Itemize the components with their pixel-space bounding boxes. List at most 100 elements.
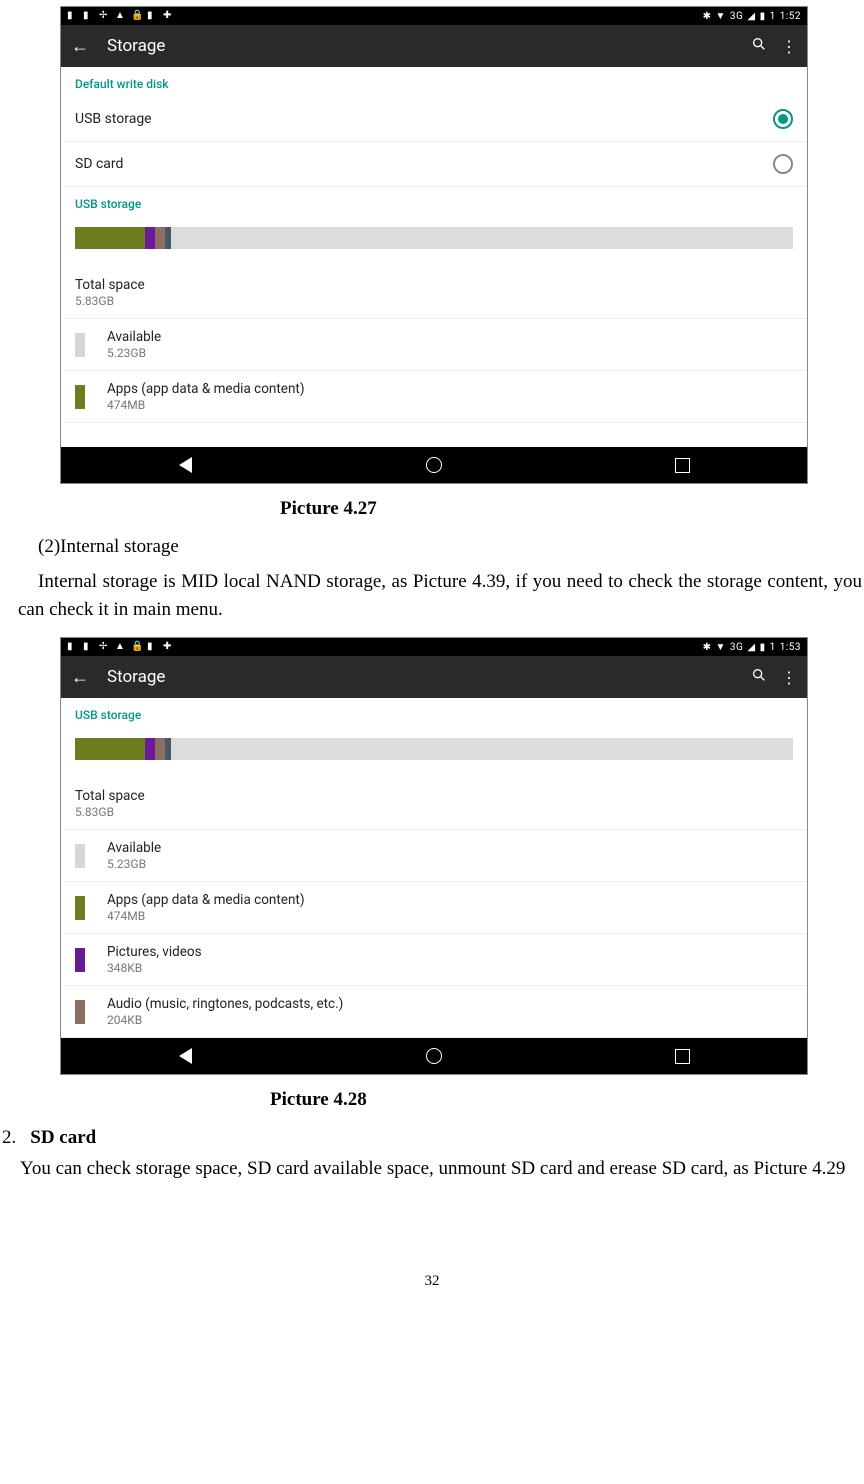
android-nav-bar bbox=[61, 1038, 807, 1074]
notif-icon: ▮ bbox=[83, 10, 95, 22]
notif-icon: ▲ bbox=[115, 10, 127, 22]
legend-chip-apps bbox=[75, 385, 85, 409]
figure-caption-1: Picture 4.27 bbox=[280, 498, 864, 520]
legend-chip-available bbox=[75, 333, 85, 357]
notif-icon: ▮ bbox=[147, 10, 159, 22]
nav-back-button[interactable] bbox=[175, 1046, 195, 1066]
bar-segment-apps bbox=[75, 738, 145, 760]
section-default-disk: Default write disk bbox=[61, 67, 807, 97]
available-label: Available bbox=[107, 840, 161, 856]
pictures-row[interactable]: Pictures, videos 348KB bbox=[61, 934, 807, 986]
body-paragraph: You can check storage space, SD card ava… bbox=[0, 1155, 864, 1183]
option-label: USB storage bbox=[75, 111, 773, 127]
notif-icon: ▲ bbox=[115, 641, 127, 653]
notif-icon: ✚ bbox=[163, 641, 175, 653]
available-value: 5.23GB bbox=[107, 346, 161, 360]
search-icon[interactable] bbox=[751, 36, 767, 56]
apps-label: Apps (app data & media content) bbox=[107, 381, 305, 397]
audio-value: 204KB bbox=[107, 1013, 343, 1027]
battery-label: 1 bbox=[770, 642, 776, 653]
bar-segment-audio bbox=[155, 227, 165, 249]
back-button[interactable]: ← bbox=[71, 667, 89, 688]
blank-space bbox=[61, 423, 807, 447]
list-head-text: SD card bbox=[30, 1127, 96, 1148]
available-label: Available bbox=[107, 329, 161, 345]
notif-icon: 🔒 bbox=[131, 10, 143, 22]
available-row[interactable]: Available 5.23GB bbox=[61, 830, 807, 882]
nav-home-button[interactable] bbox=[424, 455, 444, 475]
audio-label: Audio (music, ringtones, podcasts, etc.) bbox=[107, 996, 343, 1012]
list-number: 2. bbox=[2, 1127, 16, 1148]
screenshot-storage-1: ▮ ▮ ✢ ▲ 🔒 ▮ ✚ ✱ ▼ 3G ◢ ▮ 1 1:52 ← Storag… bbox=[60, 6, 808, 484]
bar-segment-pics bbox=[145, 227, 155, 249]
notif-icon: ✢ bbox=[99, 10, 111, 22]
radio-selected-icon[interactable] bbox=[773, 109, 793, 129]
nav-back-button[interactable] bbox=[175, 455, 195, 475]
bluetooth-icon: ✱ bbox=[703, 11, 712, 22]
apps-value: 474MB bbox=[107, 909, 305, 923]
bluetooth-icon: ✱ bbox=[703, 642, 712, 653]
toolbar-title: Storage bbox=[107, 667, 737, 687]
pictures-label: Pictures, videos bbox=[107, 944, 202, 960]
notif-icon: ✢ bbox=[99, 641, 111, 653]
available-value: 5.23GB bbox=[107, 857, 161, 871]
bar-segment-pics bbox=[145, 738, 155, 760]
total-space-row[interactable]: Total space 5.83GB bbox=[61, 269, 807, 319]
notif-icon: ▮ bbox=[83, 641, 95, 653]
signal-bars-icon: ◢ bbox=[747, 642, 755, 653]
android-status-bar: ▮ ▮ ✢ ▲ 🔒 ▮ ✚ ✱ ▼ 3G ◢ ▮ 1 1:52 bbox=[61, 7, 807, 25]
screenshot-storage-2: ▮ ▮ ✢ ▲ 🔒 ▮ ✚ ✱ ▼ 3G ◢ ▮ 1 1:53 ← Storag… bbox=[60, 637, 808, 1075]
clock-label: 1:52 bbox=[780, 11, 801, 22]
bar-segment-other bbox=[165, 227, 171, 249]
legend-chip-audio bbox=[75, 1000, 85, 1024]
bar-segment-audio bbox=[155, 738, 165, 760]
search-icon[interactable] bbox=[751, 667, 767, 687]
bar-segment-other bbox=[165, 738, 171, 760]
network-label: 3G bbox=[730, 642, 743, 653]
overflow-menu-icon[interactable]: ⋮ bbox=[781, 37, 797, 56]
available-row[interactable]: Available 5.23GB bbox=[61, 319, 807, 371]
apps-row[interactable]: Apps (app data & media content) 474MB bbox=[61, 371, 807, 423]
notif-icon: ▮ bbox=[67, 641, 79, 653]
subsection-heading: (2)Internal storage bbox=[38, 536, 864, 558]
storage-usage-bar bbox=[61, 217, 807, 269]
section-usb-storage: USB storage bbox=[61, 698, 807, 728]
audio-row[interactable]: Audio (music, ringtones, podcasts, etc.)… bbox=[61, 986, 807, 1038]
total-label: Total space bbox=[75, 277, 793, 293]
app-toolbar: ← Storage ⋮ bbox=[61, 25, 807, 67]
notif-icon: ✚ bbox=[163, 10, 175, 22]
list-item-heading: 2. SD card bbox=[2, 1127, 864, 1149]
toolbar-title: Storage bbox=[107, 36, 737, 56]
signal-bars-icon: ◢ bbox=[747, 11, 755, 22]
apps-value: 474MB bbox=[107, 398, 305, 412]
nav-recent-button[interactable] bbox=[673, 1046, 693, 1066]
battery-icon: ▮ bbox=[760, 11, 766, 22]
page-number: 32 bbox=[0, 1273, 864, 1290]
apps-row[interactable]: Apps (app data & media content) 474MB bbox=[61, 882, 807, 934]
total-value: 5.83GB bbox=[75, 805, 793, 819]
section-usb-storage: USB storage bbox=[61, 187, 807, 217]
legend-chip-apps bbox=[75, 896, 85, 920]
apps-label: Apps (app data & media content) bbox=[107, 892, 305, 908]
notif-icon: ▮ bbox=[67, 10, 79, 22]
radio-unselected-icon[interactable] bbox=[773, 154, 793, 174]
app-toolbar: ← Storage ⋮ bbox=[61, 656, 807, 698]
nav-recent-button[interactable] bbox=[673, 455, 693, 475]
battery-label: 1 bbox=[770, 11, 776, 22]
android-status-bar: ▮ ▮ ✢ ▲ 🔒 ▮ ✚ ✱ ▼ 3G ◢ ▮ 1 1:53 bbox=[61, 638, 807, 656]
back-button[interactable]: ← bbox=[71, 36, 89, 57]
option-label: SD card bbox=[75, 156, 773, 172]
option-usb-storage[interactable]: USB storage bbox=[61, 97, 807, 142]
body-paragraph: Internal storage is MID local NAND stora… bbox=[0, 568, 864, 623]
signal-icon: ▼ bbox=[716, 11, 726, 22]
total-space-row[interactable]: Total space 5.83GB bbox=[61, 780, 807, 830]
legend-chip-available bbox=[75, 844, 85, 868]
option-sd-card[interactable]: SD card bbox=[61, 142, 807, 187]
storage-usage-bar bbox=[61, 728, 807, 780]
total-value: 5.83GB bbox=[75, 294, 793, 308]
android-nav-bar bbox=[61, 447, 807, 483]
notif-icon: ▮ bbox=[147, 641, 159, 653]
overflow-menu-icon[interactable]: ⋮ bbox=[781, 668, 797, 687]
nav-home-button[interactable] bbox=[424, 1046, 444, 1066]
clock-label: 1:53 bbox=[780, 642, 801, 653]
